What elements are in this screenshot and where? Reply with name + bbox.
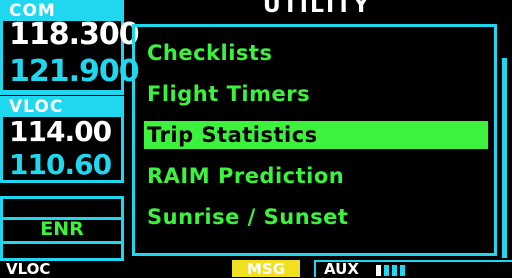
page-pip-2 bbox=[384, 265, 389, 276]
menu-item-checklists[interactable]: Checklists bbox=[144, 39, 488, 67]
mode-annunciator: ENR bbox=[0, 217, 124, 244]
menu-item-sunrise-sunset[interactable]: Sunrise / Sunset bbox=[144, 203, 488, 231]
frequency-panel: COM 118.300 121.900 VLOC 114.00 110.60 E… bbox=[0, 0, 140, 262]
com-standby-cursor bbox=[3, 90, 121, 93]
com-window[interactable]: COM 118.300 121.900 bbox=[0, 0, 140, 95]
com-standby-frequency[interactable]: 121.900 bbox=[9, 54, 140, 89]
scrollbar[interactable] bbox=[502, 22, 507, 258]
scrollbar-thumb[interactable] bbox=[502, 58, 507, 258]
page-pip-3 bbox=[392, 265, 397, 276]
com-active-frequency: 118.300 bbox=[9, 17, 140, 52]
page-pip-1 bbox=[376, 265, 381, 276]
status-bar: VLOC MSG AUX bbox=[0, 260, 512, 278]
utility-menu: Checklists Flight Timers Trip Statistics… bbox=[132, 24, 497, 256]
menu-item-flight-timers[interactable]: Flight Timers bbox=[144, 80, 488, 108]
page-group-label: AUX bbox=[324, 260, 359, 278]
vloc-label: VLOC bbox=[3, 96, 121, 117]
menu-item-trip-statistics[interactable]: Trip Statistics bbox=[144, 121, 488, 149]
mode-text: ENR bbox=[40, 218, 84, 240]
menu-item-raim-prediction[interactable]: RAIM Prediction bbox=[144, 162, 488, 190]
page-title: UTILITY bbox=[262, 0, 372, 18]
annunciator-box-lower bbox=[0, 244, 124, 261]
utility-page: UTILITY Checklists Flight Timers Trip St… bbox=[132, 0, 512, 262]
page-pip-4 bbox=[400, 265, 405, 276]
msg-annunciator: MSG bbox=[232, 260, 300, 278]
vloc-active-frequency: 114.00 bbox=[9, 115, 112, 148]
page-group-indicator: AUX bbox=[314, 260, 512, 278]
vloc-window[interactable]: VLOC 114.00 110.60 bbox=[0, 96, 124, 183]
vloc-standby-frequency[interactable]: 110.60 bbox=[9, 148, 112, 181]
nav-source-indicator: VLOC bbox=[6, 260, 51, 278]
